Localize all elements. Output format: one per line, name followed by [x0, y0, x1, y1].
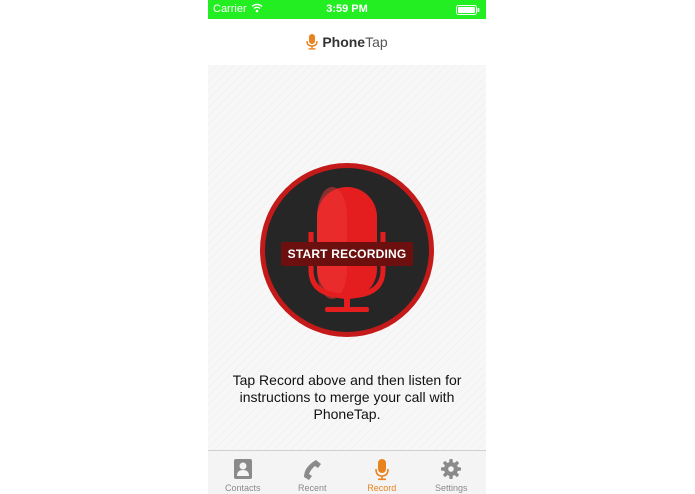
nav-bar: PhoneTap	[208, 19, 486, 65]
phone-icon	[278, 459, 348, 481]
brand-name-part1: Phone	[322, 34, 366, 50]
tab-contacts[interactable]: Contacts	[208, 451, 278, 494]
tab-label: Recent	[297, 483, 327, 493]
tab-settings[interactable]: Settings	[417, 451, 487, 494]
tab-label: Record	[367, 483, 397, 493]
instructions-text: Tap Record above and then listen for ins…	[232, 372, 462, 422]
start-recording-label[interactable]: START RECORDING	[281, 242, 413, 266]
gear-icon	[417, 459, 487, 481]
microphone-icon	[347, 459, 417, 481]
status-bar: Carrier 3:59 PM	[208, 0, 486, 19]
app-logo: PhoneTap	[208, 34, 486, 53]
tab-label: Settings	[434, 483, 468, 493]
tab-label: Contacts	[224, 483, 261, 493]
tab-recent[interactable]: Recent	[278, 451, 348, 494]
phone-screen: Carrier 3:59 PM PhoneTap START RECORDING…	[208, 0, 486, 494]
microphone-icon	[306, 34, 319, 53]
contacts-icon	[208, 459, 278, 481]
battery-icon	[456, 5, 480, 18]
tab-bar: Contacts Recent Record Settings	[208, 450, 486, 494]
status-time: 3:59 PM	[326, 3, 368, 15]
tab-record[interactable]: Record	[347, 451, 417, 494]
record-screen: START RECORDING Tap Record above and the…	[208, 65, 486, 450]
brand-name-part2: Tap	[365, 34, 388, 50]
